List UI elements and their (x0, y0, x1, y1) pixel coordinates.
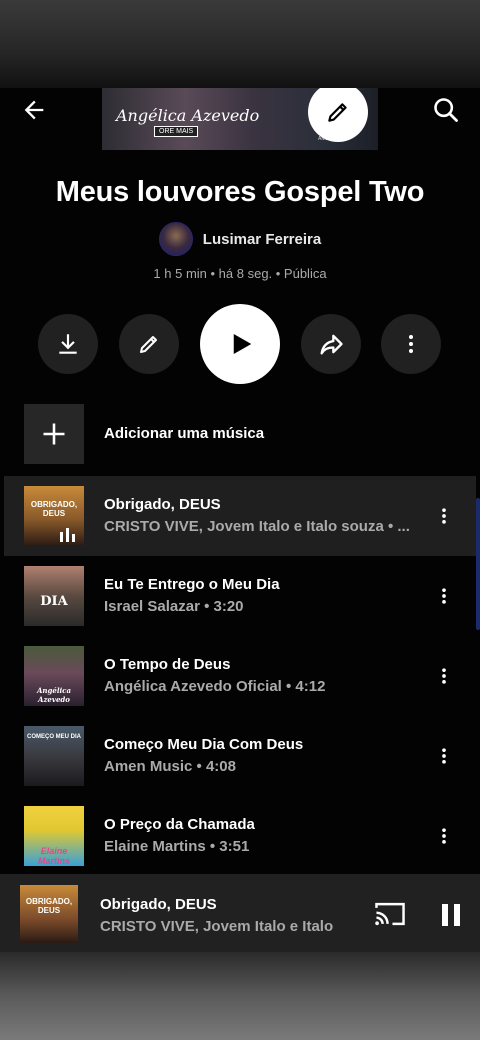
track-title: Obrigado, DEUS (104, 496, 221, 513)
track-title: Eu Te Entrego o Meu Dia (104, 576, 280, 593)
thumbnail-text: OBRIGADO, DEUS (25, 897, 73, 915)
pause-icon (442, 904, 460, 926)
track-title: O Tempo de Deus (104, 656, 231, 673)
download-icon (59, 334, 77, 354)
more-vert-icon (442, 588, 446, 604)
track-more-button[interactable] (432, 504, 456, 528)
pencil-icon (140, 336, 157, 353)
author-row[interactable]: Lusimar Ferreira (0, 222, 480, 256)
track-title: Começo Meu Dia Com Deus (104, 736, 304, 753)
track-subtitle: CRISTO VIVE, Jovem Italo e Italo souza •… (104, 518, 410, 535)
cast-icon (375, 902, 405, 926)
track-more-button[interactable] (432, 824, 456, 848)
track-row[interactable]: OBRIGADO, DEUS Obrigado, DEUS CRISTO VIV… (4, 476, 476, 556)
track-thumbnail: DIA (24, 566, 84, 626)
back-button[interactable] (16, 92, 52, 128)
play-icon (233, 334, 252, 354)
track-row[interactable]: COMEÇO MEU DIA Começo Meu Dia Com Deus A… (0, 716, 480, 796)
cover-title: Angélica Azevedo (116, 106, 260, 125)
add-song-label: Adicionar uma música (104, 425, 265, 442)
thumbnail-text: OBRIGADO, DEUS (30, 500, 78, 518)
playlist-meta: 1 h 5 min • há 8 seg. • Pública (153, 266, 327, 281)
playlist-screen: Angélica Azevedo ORE MAIS AMEN MUSIC Meu… (0, 88, 480, 952)
now-playing-thumbnail: OBRIGADO, DEUS (20, 885, 78, 943)
track-thumbnail: OBRIGADO, DEUS (24, 486, 84, 546)
now-playing-title: Obrigado, DEUS (100, 896, 217, 913)
author-name: Lusimar Ferreira (202, 230, 322, 248)
thumbnail-text: COMEÇO MEU DIA (27, 734, 81, 740)
nav-area-blur (0, 952, 480, 1040)
more-vert-icon (442, 748, 446, 764)
more-vert-icon (442, 668, 446, 684)
equalizer-icon (60, 528, 75, 542)
track-row[interactable]: Elaine Martins O Preço da Chamada Elaine… (0, 796, 480, 876)
thumbnail-text: Elaine Martins (37, 846, 70, 866)
share-button[interactable] (301, 314, 361, 374)
plus-icon (43, 423, 65, 445)
more-vert-icon (442, 828, 446, 844)
more-options-button[interactable] (381, 314, 441, 374)
action-bar (0, 302, 480, 386)
cover-badge: ORE MAIS (154, 126, 199, 137)
header: Angélica Azevedo ORE MAIS AMEN MUSIC (0, 88, 480, 152)
track-subtitle: Israel Salazar • 3:20 (104, 598, 244, 615)
pause-button[interactable] (436, 900, 466, 930)
track-thumbnail: COMEÇO MEU DIA (24, 726, 84, 786)
track-subtitle: Amen Music • 4:08 (104, 758, 236, 775)
search-button[interactable] (428, 92, 464, 128)
track-row[interactable]: DIA Eu Te Entrego o Meu Dia Israel Salaz… (0, 556, 480, 636)
track-more-button[interactable] (432, 584, 456, 608)
track-thumbnail: Angélica Azevedo (24, 646, 84, 706)
search-icon (434, 98, 458, 122)
more-vert-icon (442, 508, 446, 524)
edit-playlist-button[interactable] (119, 314, 179, 374)
arrow-left-icon (24, 100, 44, 120)
play-button[interactable] (200, 304, 280, 384)
status-area-blur (0, 0, 480, 88)
track-more-button[interactable] (432, 664, 456, 688)
more-vert-icon (409, 335, 413, 353)
thumbnail-text: DIA (40, 594, 68, 609)
track-row[interactable]: Angélica Azevedo O Tempo de Deus Angélic… (0, 636, 480, 716)
track-subtitle: Angélica Azevedo Oficial • 4:12 (104, 678, 326, 695)
track-more-button[interactable] (432, 744, 456, 768)
cast-button[interactable] (374, 900, 406, 928)
track-subtitle: Elaine Martins • 3:51 (104, 838, 250, 855)
download-button[interactable] (38, 314, 98, 374)
scrollbar[interactable] (476, 498, 480, 630)
thumbnail-text: Angélica Azevedo (37, 686, 71, 704)
add-song-row[interactable]: Adicionar uma música (0, 404, 480, 468)
add-song-button[interactable] (24, 404, 84, 464)
now-playing-subtitle: CRISTO VIVE, Jovem Italo e Italo (100, 918, 334, 935)
share-icon (320, 334, 343, 355)
track-thumbnail: Elaine Martins (24, 806, 84, 866)
track-title: O Preço da Chamada (104, 816, 255, 833)
pencil-icon (328, 103, 347, 122)
mini-player[interactable]: OBRIGADO, DEUS Obrigado, DEUS CRISTO VIV… (0, 874, 480, 952)
avatar (158, 222, 193, 256)
playlist-title: Meus louvores Gospel Two (55, 176, 425, 208)
